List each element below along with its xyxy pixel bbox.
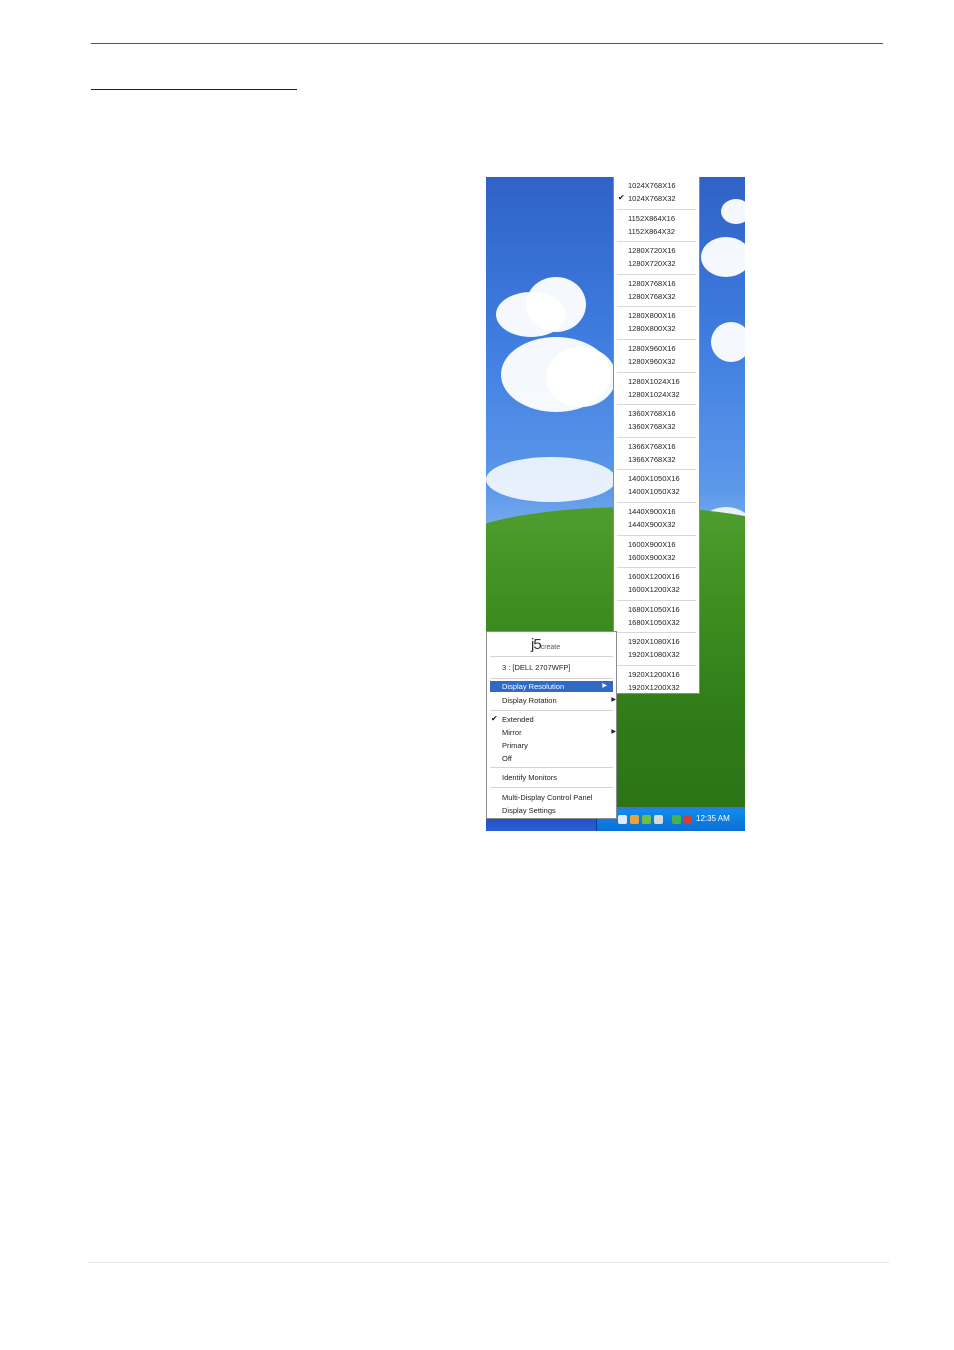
resolution-option[interactable]: 1920X1200X32 xyxy=(628,683,680,692)
monitor-label: 3 : [DELL 2707WFP] xyxy=(502,663,571,672)
cloud xyxy=(721,199,745,224)
resolution-option[interactable]: 1024X768X16 xyxy=(628,181,676,190)
resolution-option[interactable]: 1366X768X32 xyxy=(628,455,676,464)
resolution-option[interactable]: 1600X900X16 xyxy=(628,540,676,549)
update-icon[interactable] xyxy=(642,815,651,824)
menu-item-control-panel[interactable]: Multi-Display Control Panel xyxy=(502,793,592,802)
menu-item-off[interactable]: Off xyxy=(502,754,512,763)
resolution-option[interactable]: 1024X768X32 xyxy=(628,194,676,203)
menu-separator xyxy=(490,787,613,788)
menu-item-mirror[interactable]: Mirror ▶ xyxy=(502,728,616,737)
alert-icon[interactable] xyxy=(683,815,692,824)
resolution-group: 1920X1200X16 1920X1200X32 xyxy=(617,666,696,699)
desktop-screenshot: 12:35 AM 1024X768X16 1024X768X32 ✔ 1152X864… xyxy=(486,177,745,831)
footer-rule xyxy=(88,1262,889,1263)
logo-text: j5 xyxy=(531,636,542,653)
header-rule xyxy=(91,43,883,44)
resolution-group: 1280X960X16 1280X960X32 xyxy=(617,340,696,373)
resolution-option[interactable]: 1280X800X32 xyxy=(628,324,676,333)
resolution-option[interactable]: 1920X1080X16 xyxy=(628,637,680,646)
menu-item-display-settings[interactable]: Display Settings xyxy=(502,806,556,815)
resolution-option[interactable]: 1920X1200X16 xyxy=(628,670,680,679)
menu-separator xyxy=(490,678,613,679)
resolution-option[interactable]: 1680X1050X32 xyxy=(628,618,680,627)
resolution-option[interactable]: 1920X1080X32 xyxy=(628,650,680,659)
menu-separator xyxy=(490,656,613,657)
resolution-option[interactable]: 1280X768X16 xyxy=(628,279,676,288)
resolution-option[interactable]: 1366X768X16 xyxy=(628,442,676,451)
resolution-group: 1280X1024X16 1280X1024X32 xyxy=(617,373,696,406)
resolution-option[interactable]: 1360X768X16 xyxy=(628,409,676,418)
resolution-group: 1024X768X16 1024X768X32 ✔ xyxy=(617,177,696,210)
menu-separator xyxy=(490,767,613,768)
resolution-group: 1280X800X16 1280X800X32 xyxy=(617,307,696,340)
resolution-group: 1366X768X16 1366X768X32 xyxy=(617,438,696,471)
cloud xyxy=(526,277,586,332)
resolution-option[interactable]: 1440X900X32 xyxy=(628,520,676,529)
resolution-option[interactable]: 1600X1200X32 xyxy=(628,585,680,594)
cloud xyxy=(546,347,616,407)
taskbar-clock[interactable]: 12:35 AM xyxy=(696,814,730,823)
resolution-option[interactable]: 1280X800X16 xyxy=(628,311,676,320)
resolution-group: 1600X900X16 1600X900X32 xyxy=(617,536,696,569)
resolution-option[interactable]: 1280X1024X16 xyxy=(628,377,680,386)
resolution-option[interactable]: 1400X1050X32 xyxy=(628,487,680,496)
resolution-group: 1280X768X16 1280X768X32 xyxy=(617,275,696,308)
display-resolution-submenu: 1024X768X16 1024X768X32 ✔ 1152X864X16 1152X8… xyxy=(613,177,700,694)
resolution-option[interactable]: 1280X768X32 xyxy=(628,292,676,301)
resolution-group: 1920X1080X16 1920X1080X32 xyxy=(617,633,696,666)
resolution-option[interactable]: 1400X1050X16 xyxy=(628,474,680,483)
resolution-option[interactable]: 1440X900X16 xyxy=(628,507,676,516)
menu-item-label: Mirror xyxy=(502,728,522,737)
resolution-option[interactable]: 1600X900X32 xyxy=(628,553,676,562)
selected-check-icon: ✔ xyxy=(618,193,625,202)
resolution-option[interactable]: 1280X960X16 xyxy=(628,344,676,353)
resolution-option[interactable]: 1280X1024X32 xyxy=(628,390,680,399)
resolution-option[interactable]: 1152X864X16 xyxy=(628,214,675,223)
menu-item-display-resolution[interactable]: Display Resolution ▶ xyxy=(490,681,613,692)
resolution-option[interactable]: 1280X960X32 xyxy=(628,357,676,366)
cloud xyxy=(701,237,745,277)
resolution-group: 1152X864X16 1152X864X32 xyxy=(617,210,696,243)
resolution-option[interactable]: 1152X864X32 xyxy=(628,227,675,236)
menu-item-extended[interactable]: Extended xyxy=(502,715,534,724)
security-icon[interactable] xyxy=(672,815,681,824)
j5create-logo: j5create xyxy=(531,636,560,653)
display-tray-icon[interactable] xyxy=(618,815,627,824)
resolution-option[interactable]: 1600X1200X16 xyxy=(628,572,680,581)
menu-separator xyxy=(490,710,613,711)
j5-context-menu: j5create 3 : [DELL 2707WFP] Display Reso… xyxy=(486,631,617,819)
menu-item-primary[interactable]: Primary xyxy=(502,741,528,750)
resolution-group: 1400X1050X16 1400X1050X32 xyxy=(617,470,696,503)
resolution-group: 1440X900X16 1440X900X32 xyxy=(617,503,696,536)
submenu-arrow-icon: ▶ xyxy=(602,683,607,689)
section-underline xyxy=(91,89,297,90)
resolution-group: 1360X768X16 1360X768X32 xyxy=(617,405,696,438)
menu-item-label: Display Resolution xyxy=(502,682,565,691)
extended-check-icon: ✔ xyxy=(491,714,498,723)
network-icon[interactable] xyxy=(630,815,639,824)
resolution-group: 1680X1050X16 1680X1050X32 xyxy=(617,601,696,634)
resolution-group: 1600X1200X16 1600X1200X32 xyxy=(617,568,696,601)
resolution-option[interactable]: 1280X720X16 xyxy=(628,246,676,255)
logo-subtext: create xyxy=(540,644,561,651)
volume-icon[interactable] xyxy=(654,815,663,824)
menu-item-display-rotation[interactable]: Display Rotation ▶ xyxy=(502,696,616,705)
cloud xyxy=(486,457,616,502)
menu-item-label: Display Rotation xyxy=(502,696,557,705)
submenu-arrow-icon: ▶ xyxy=(611,697,616,703)
submenu-arrow-icon: ▶ xyxy=(611,729,616,735)
resolution-option[interactable]: 1680X1050X16 xyxy=(628,605,680,614)
resolution-option[interactable]: 1360X768X32 xyxy=(628,422,676,431)
resolution-option[interactable]: 1280X720X32 xyxy=(628,259,676,268)
menu-item-identify-monitors[interactable]: Identify Monitors xyxy=(502,773,557,782)
cloud xyxy=(711,322,745,362)
resolution-group: 1280X720X16 1280X720X32 xyxy=(617,242,696,275)
